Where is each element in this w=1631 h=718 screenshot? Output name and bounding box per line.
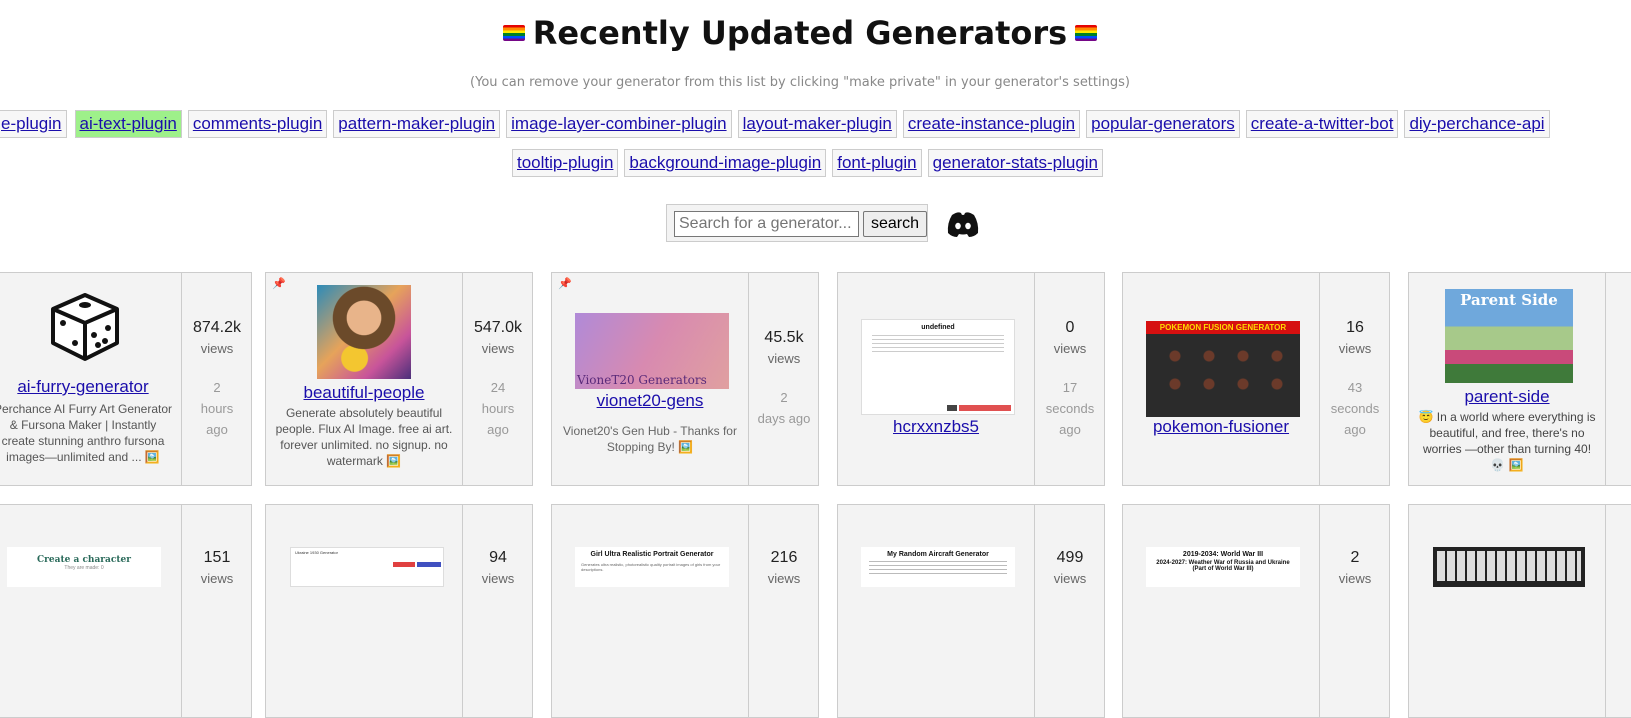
generator-description: 😇 In a world where everything is beautif… (1418, 410, 1596, 472)
view-count: 16 (1346, 319, 1364, 336)
view-count: 151 (203, 549, 231, 566)
card-main: POKEMON FUSION GENERATOR pokemon-fusione… (1123, 273, 1319, 485)
tag-link[interactable]: create-a-twitter-bot (1245, 110, 1399, 138)
generator-card[interactable] (1408, 504, 1631, 718)
views-label: views (1053, 571, 1087, 586)
card-main: Parent Side parent-side 😇 In a world whe… (1409, 273, 1605, 485)
tag-link[interactable]: image-layer-combiner-plugin (506, 110, 732, 138)
views-label: views (1338, 571, 1372, 586)
tag-link[interactable]: popular-generators (1086, 110, 1240, 138)
tag-link[interactable]: generator-stats-plugin (927, 149, 1104, 177)
view-count: 499 (1056, 549, 1084, 566)
card-stats: 45.5k views 2 days ago (749, 273, 819, 485)
card-stats: 874.2k views 2 hours ago (182, 273, 252, 485)
generator-card[interactable]: Parent Side parent-side 😇 In a world whe… (1408, 272, 1631, 486)
generator-card[interactable]: ai-furry-generator Perchance AI Furry Ar… (0, 272, 252, 486)
updated-ago: 17 seconds ago (1045, 380, 1095, 437)
view-count: 547.0k (473, 319, 523, 336)
card-main: ai-furry-generator Perchance AI Furry Ar… (0, 273, 181, 485)
card-stats: 0 views 17 seconds ago (1035, 273, 1105, 485)
view-count: 94 (489, 549, 507, 566)
updated-ago: 2 hours ago (200, 380, 234, 437)
generator-description: Perchance AI Furry Art Generator & Furso… (0, 402, 173, 464)
pokemon-thumbnail: POKEMON FUSION GENERATOR (1146, 321, 1300, 417)
tag-link[interactable]: diy-perchance-api (1404, 110, 1550, 138)
page-title: Recently Updated Generators (0, 14, 1600, 52)
views-label: views (1338, 341, 1372, 356)
tag-link[interactable]: font-plugin (832, 149, 922, 177)
banner-thumbnail: VioneT20 Generators (575, 313, 729, 389)
tag-link[interactable]: e-plugin (0, 110, 67, 138)
page-thumbnail: Create a character They are made: 0 (7, 547, 161, 587)
generator-card[interactable]: Ukraine 1930 Generator 94 views (265, 504, 533, 718)
tag-row-2: tooltip-plugin background-image-plugin fon… (512, 149, 1109, 177)
generator-name-link[interactable]: ai-furry-generator (0, 377, 181, 397)
tag-link[interactable]: pattern-maker-plugin (333, 110, 501, 138)
search-button[interactable]: search (863, 211, 927, 237)
generator-name-link[interactable]: hcrxxnzbs5 (838, 417, 1034, 437)
page-title-text: Recently Updated Generators (532, 14, 1068, 52)
tag-link[interactable]: tooltip-plugin (512, 149, 619, 177)
card-main: undefined hcrxxnzbs5 (838, 273, 1034, 485)
page-thumbnail: My Random Aircraft Generator (861, 547, 1015, 587)
generator-card[interactable]: 📌 VioneT20 Generators vionet20-gens Vion… (551, 272, 819, 486)
view-count: 874.2k (192, 319, 242, 336)
card-main: VioneT20 Generators vionet20-gens Vionet… (552, 273, 748, 485)
generator-name-link[interactable]: vionet20-gens (552, 391, 748, 411)
generator-description: Vionet20's Gen Hub - Thanks for Stopping… (563, 424, 737, 454)
tag-link[interactable]: comments-plugin (187, 110, 328, 138)
card-stats: 547.0k views 24 hours ago (463, 273, 533, 485)
search-form: search (666, 204, 928, 242)
updated-ago: 2 days ago (757, 390, 811, 426)
search-input[interactable] (674, 211, 859, 237)
view-count: 0 (1065, 319, 1075, 336)
generator-description: Generate absolutely beautiful people. Fl… (275, 406, 453, 468)
page-subtitle: (You can remove your generator from this… (470, 75, 1130, 90)
tag-link[interactable]: create-instance-plugin (902, 110, 1081, 138)
page-thumbnail: Girl Ultra Realistic Portrait Generator … (575, 547, 729, 587)
tag-link[interactable]: background-image-plugin (624, 149, 827, 177)
rainbow-flag-icon (502, 25, 525, 41)
parent-side-thumbnail: Parent Side (1445, 289, 1573, 383)
view-count: 45.5k (764, 329, 804, 346)
view-count: 216 (770, 549, 798, 566)
views-label: views (767, 571, 801, 586)
generator-name-link[interactable]: parent-side (1409, 387, 1605, 407)
rainbow-flag-icon (1075, 25, 1098, 41)
dice-paw-icon (51, 293, 119, 361)
views-label: views (767, 351, 801, 366)
generator-card[interactable]: Girl Ultra Realistic Portrait Generator … (551, 504, 819, 718)
views-label: views (200, 341, 234, 356)
thumbnail-text: VioneT20 Generators (577, 373, 707, 387)
tag-link[interactable]: layout-maker-plugin (737, 110, 897, 138)
page-thumbnail: Ukraine 1930 Generator (290, 547, 444, 587)
page-thumbnail: undefined (861, 319, 1015, 415)
portrait-thumbnail (317, 285, 411, 379)
generator-name-link[interactable]: pokemon-fusioner (1123, 417, 1319, 437)
page-thumbnail (1433, 547, 1585, 587)
tag-row-1: e-plugin ai-text-plugin comments-plugin pat… (0, 110, 1556, 138)
tag-link-active[interactable]: ai-text-plugin (74, 110, 182, 138)
card-main: beautiful-people Generate absolutely bea… (266, 273, 462, 485)
generator-card[interactable]: 2019-2034: World War III 2024-2027: Weat… (1122, 504, 1390, 718)
updated-ago: 24 hours ago (481, 380, 515, 437)
view-count: 2 (1350, 549, 1360, 566)
generator-card[interactable]: 📌 beautiful-people Generate absolutely b… (265, 272, 533, 486)
card-stats: 16 views 43 seconds ago (1320, 273, 1390, 485)
views-label: views (481, 571, 515, 586)
views-label: views (200, 571, 234, 586)
views-label: views (481, 341, 515, 356)
generator-card[interactable]: POKEMON FUSION GENERATOR pokemon-fusione… (1122, 272, 1390, 486)
generator-card[interactable]: undefined hcrxxnzbs5 0 views 17 seconds ag… (837, 272, 1105, 486)
generator-card[interactable]: My Random Aircraft Generator 499 views (837, 504, 1105, 718)
page-thumbnail: 2019-2034: World War III 2024-2027: Weat… (1146, 547, 1300, 587)
updated-ago: 43 seconds ago (1330, 380, 1380, 437)
generator-card[interactable]: Create a character They are made: 0 151 v… (0, 504, 252, 718)
views-label: views (1053, 341, 1087, 356)
generator-name-link[interactable]: beautiful-people (266, 383, 462, 403)
discord-icon[interactable] (946, 210, 980, 238)
